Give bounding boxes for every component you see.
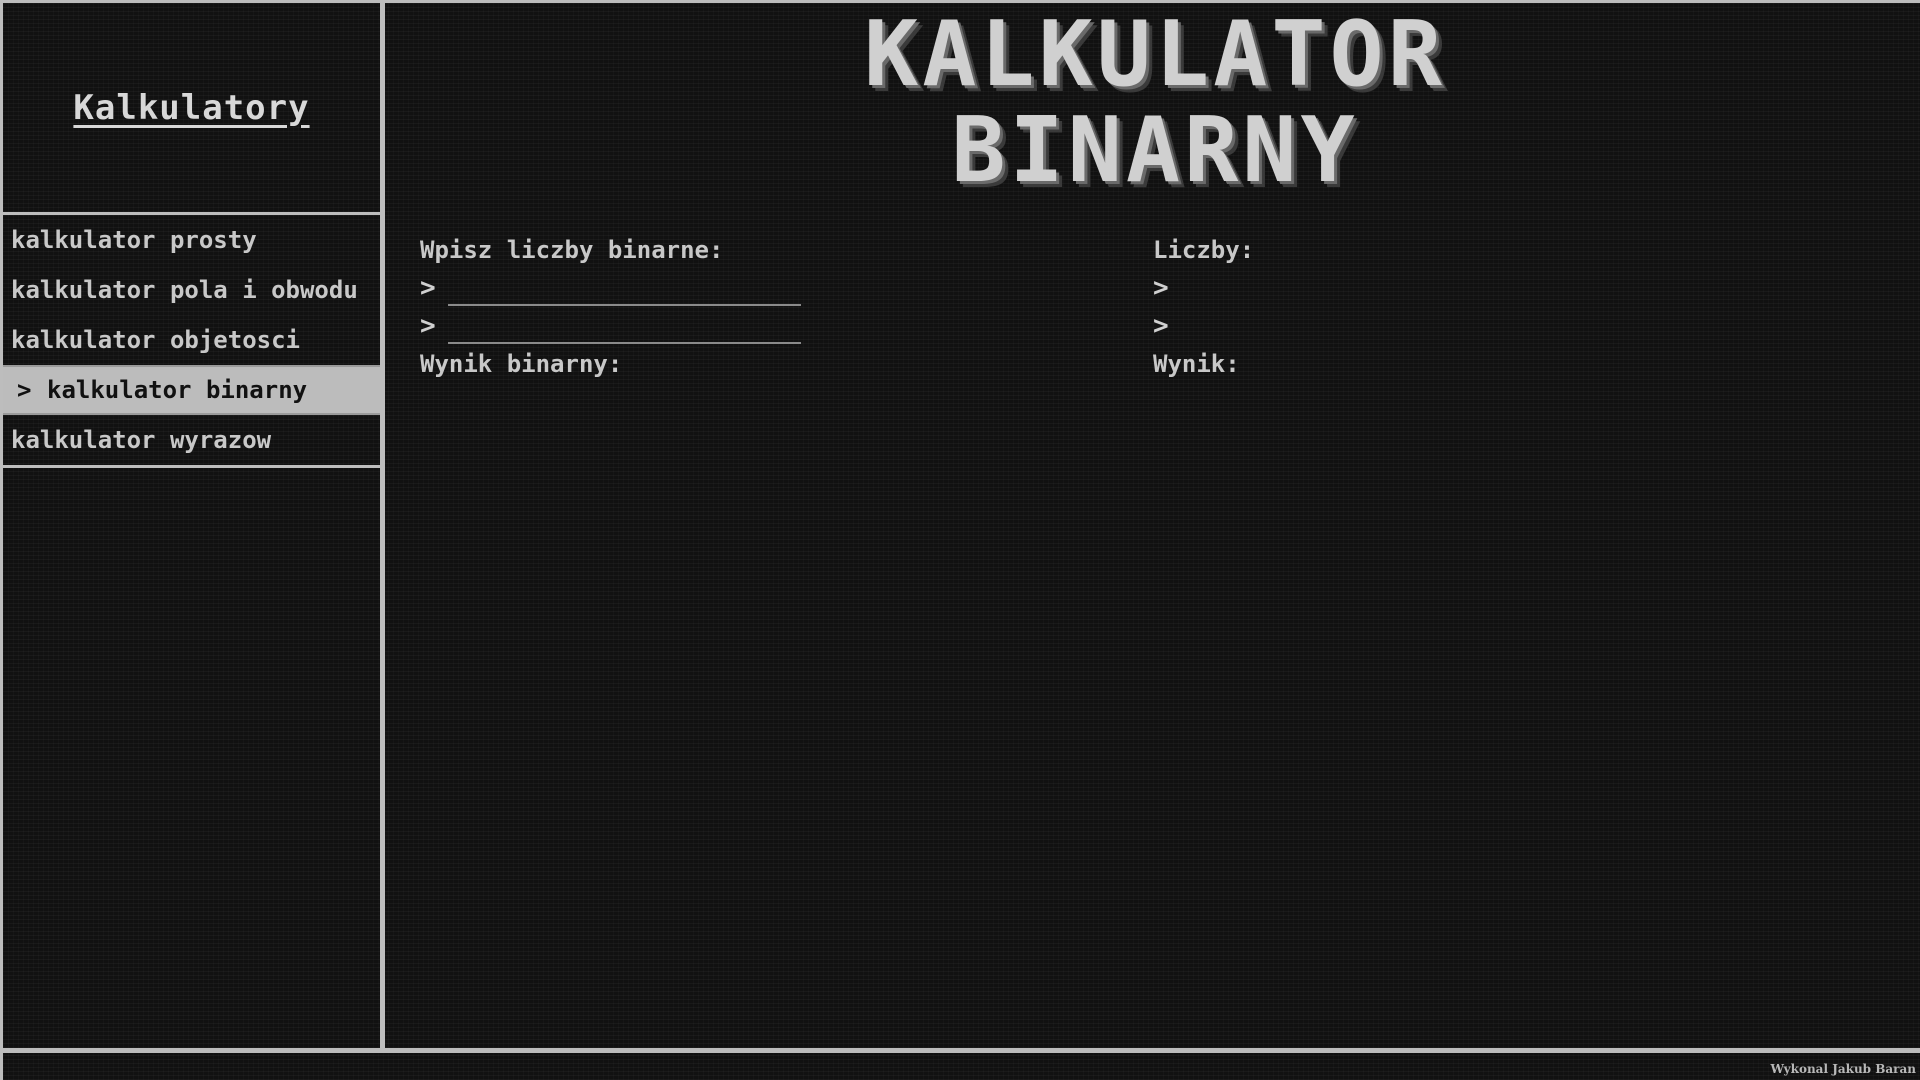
- binary-input-panel: Wpisz liczby binarne: > > Wynik binarny:: [420, 231, 920, 383]
- sidebar-item-label: kalkulator wyrazow: [11, 426, 272, 454]
- sidebar-item-kalkulator-binarny[interactable]: > kalkulator binarny: [3, 365, 380, 415]
- binary-result-label: Wynik binarny:: [420, 345, 920, 383]
- sidebar: Kalkulatory kalkulator prosty kalkulator…: [3, 3, 385, 1048]
- decimal-numbers-label: Liczby:: [1153, 236, 1255, 264]
- active-marker-icon: >: [17, 376, 32, 404]
- sidebar-item-label: kalkulator pola i obwodu: [11, 276, 358, 304]
- sidebar-item-kalkulator-objetosci[interactable]: kalkulator objetosci: [3, 315, 380, 365]
- page-title-line-1: KALKULATOR: [864, 2, 1446, 107]
- main-content: KALKULATOR BINARNY Wpisz liczby binarne:…: [390, 3, 1920, 1048]
- sidebar-item-kalkulator-prosty[interactable]: kalkulator prosty: [3, 215, 380, 265]
- decimal-output-panel: Liczby: > > Wynik:: [1153, 231, 1653, 383]
- prompt-chevron-icon: >: [1153, 311, 1169, 341]
- decimal-result-label: Wynik:: [1153, 345, 1653, 383]
- footer: Wykonal Jakub Baran: [3, 1048, 1920, 1080]
- decimal-row-2: >: [1153, 307, 1653, 345]
- decimal-row-1: >: [1153, 269, 1653, 307]
- sidebar-item-kalkulator-wyrazow[interactable]: kalkulator wyrazow: [3, 415, 380, 465]
- page-title-line-2: BINARNY: [951, 98, 1359, 203]
- binary-number-1-input[interactable]: [448, 278, 801, 306]
- sidebar-nav: kalkulator prosty kalkulator pola i obwo…: [3, 215, 380, 468]
- prompt-chevron-icon: >: [420, 311, 436, 341]
- prompt-chevron-icon: >: [420, 273, 436, 303]
- prompt-chevron-icon: >: [1153, 273, 1169, 303]
- sidebar-header: Kalkulatory: [3, 3, 380, 215]
- sidebar-item-label: kalkulator binarny: [47, 376, 308, 404]
- binary-input-label: Wpisz liczby binarne:: [420, 236, 724, 264]
- sidebar-item-label: kalkulator prosty: [11, 226, 257, 254]
- binary-input-row-2: >: [420, 307, 920, 345]
- app-screen: Kalkulatory kalkulator prosty kalkulator…: [0, 0, 1920, 1080]
- binary-input-row-1: >: [420, 269, 920, 307]
- decimal-result-label-text: Wynik:: [1153, 350, 1240, 378]
- sidebar-item-kalkulator-pola-i-obwodu[interactable]: kalkulator pola i obwodu: [3, 265, 380, 315]
- sidebar-title-link[interactable]: Kalkulatory: [73, 88, 309, 128]
- footer-credit: Wykonal Jakub Baran: [1770, 1062, 1916, 1076]
- page-title: KALKULATOR BINARNY: [390, 7, 1920, 199]
- sidebar-item-label: kalkulator objetosci: [11, 326, 300, 354]
- binary-number-2-input[interactable]: [448, 316, 801, 344]
- binary-result-label-text: Wynik binarny:: [420, 350, 623, 378]
